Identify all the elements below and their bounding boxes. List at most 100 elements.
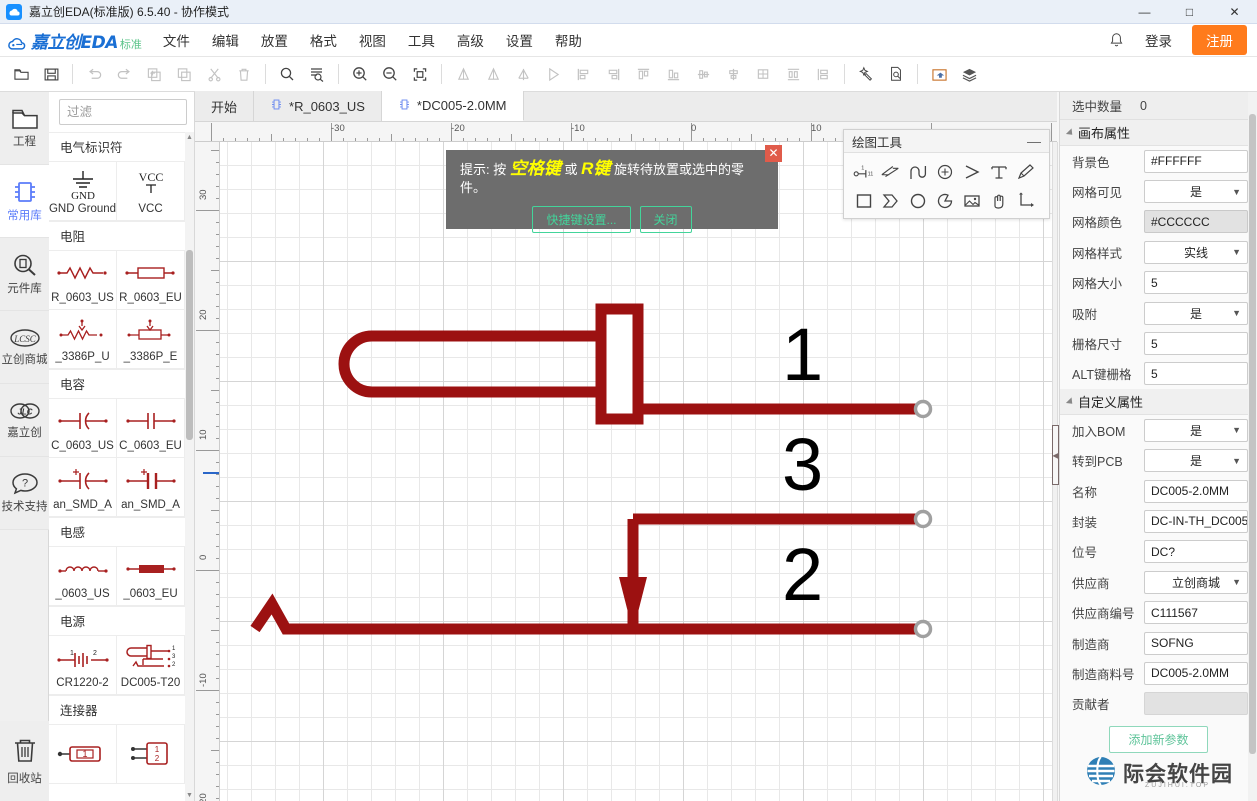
menu-advanced[interactable]: 高级: [446, 25, 495, 55]
menu-settings[interactable]: 设置: [495, 25, 544, 55]
hand-icon[interactable]: [985, 186, 1012, 215]
open-folder-icon[interactable]: [6, 60, 36, 88]
menu-edit[interactable]: 编辑: [201, 25, 250, 55]
image-icon[interactable]: [958, 186, 985, 215]
rotate-right-icon[interactable]: [478, 60, 508, 88]
tab-dc005-2-0mm[interactable]: *DC005-2.0MM: [382, 91, 524, 121]
supplier-select[interactable]: 立创商城▼: [1144, 571, 1248, 594]
manufacturer-pn-input[interactable]: DC005-2.0MM: [1144, 662, 1248, 685]
library-scrollbar[interactable]: ▲ ▼: [185, 132, 194, 801]
library-item-c-0603-us[interactable]: C_0603_US: [49, 399, 117, 457]
bell-icon[interactable]: [1101, 27, 1131, 53]
background-color-input[interactable]: #FFFFFF: [1144, 150, 1248, 173]
copy-icon[interactable]: [139, 60, 169, 88]
rail-item-common-library[interactable]: 常用库: [0, 165, 49, 238]
add-parameter-button[interactable]: 添加新参数: [1109, 726, 1207, 753]
find-replace-icon[interactable]: [302, 60, 332, 88]
grid-size-input[interactable]: 5: [1144, 271, 1248, 294]
alt-snap-input[interactable]: 5: [1144, 362, 1248, 385]
shortcut-settings-button[interactable]: 快捷键设置...: [532, 206, 630, 233]
library-item-vcc[interactable]: VCC VCC: [117, 162, 185, 220]
grid-style-select[interactable]: 实线▼: [1144, 241, 1248, 264]
add-to-bom-select[interactable]: 是▼: [1144, 419, 1248, 442]
menu-tools[interactable]: 工具: [397, 25, 446, 55]
library-item-r-0603-us[interactable]: R_0603_US: [49, 251, 117, 309]
close-icon[interactable]: ✕: [765, 145, 782, 162]
align-center-horizontal-icon[interactable]: [718, 60, 748, 88]
library-filter-input[interactable]: 过滤: [59, 99, 187, 125]
flip-vertical-icon[interactable]: [538, 60, 568, 88]
menu-place[interactable]: 放置: [250, 25, 299, 55]
layers-icon[interactable]: [954, 60, 984, 88]
rail-item-jlc[interactable]: JLC 嘉立创: [0, 384, 49, 457]
tab-r-0603-us[interactable]: *R_0603_US: [254, 91, 382, 121]
menu-help[interactable]: 帮助: [544, 25, 593, 55]
arc-icon[interactable]: [931, 186, 958, 215]
pencil-icon[interactable]: [1012, 157, 1039, 186]
close-button[interactable]: ✕: [1212, 0, 1257, 24]
custom-properties-section[interactable]: 自定义属性: [1060, 389, 1257, 415]
distribute-horizontal-icon[interactable]: [778, 60, 808, 88]
canvas-properties-section[interactable]: 画布属性: [1060, 120, 1257, 146]
circle-icon[interactable]: [904, 186, 931, 215]
login-button[interactable]: 登录: [1131, 26, 1186, 54]
properties-scroll-thumb[interactable]: [1249, 114, 1256, 754]
align-right-icon[interactable]: [598, 60, 628, 88]
rail-item-support[interactable]: ? 技术支持: [0, 457, 49, 530]
rail-item-project[interactable]: 工程: [0, 92, 49, 165]
library-item-dc005-t20[interactable]: 1 3 2 DC005-T20: [117, 636, 185, 694]
text-icon[interactable]: [985, 157, 1012, 186]
flip-horizontal-icon[interactable]: [508, 60, 538, 88]
scroll-down-arrow[interactable]: ▼: [185, 790, 194, 801]
contributor-input[interactable]: [1144, 692, 1248, 715]
library-item-an-smd-a-1[interactable]: an_SMD_A: [49, 458, 117, 516]
export-image-icon[interactable]: [924, 60, 954, 88]
supplier-number-input[interactable]: C111567: [1144, 601, 1248, 624]
hint-close-button[interactable]: 关闭: [640, 206, 692, 233]
align-bottom-icon[interactable]: [658, 60, 688, 88]
snap-size-input[interactable]: 5: [1144, 332, 1248, 355]
menu-view[interactable]: 视图: [348, 25, 397, 55]
snap-select[interactable]: 是▼: [1144, 302, 1248, 325]
library-item-gnd[interactable]: GND GND Ground: [49, 162, 117, 220]
align-center-vertical-icon[interactable]: [688, 60, 718, 88]
grid-visible-select[interactable]: 是▼: [1144, 180, 1248, 203]
library-item-3386p-u[interactable]: _3386P_U: [49, 310, 117, 368]
inspect-document-icon[interactable]: [881, 60, 911, 88]
grid-icon[interactable]: [748, 60, 778, 88]
maximize-button[interactable]: □: [1167, 0, 1212, 24]
library-item-header-1pin[interactable]: 1: [49, 725, 117, 783]
wire-icon[interactable]: [877, 157, 904, 186]
netflag-icon[interactable]: [958, 157, 985, 186]
library-item-cr1220[interactable]: 12 CR1220-2: [49, 636, 117, 694]
search-icon[interactable]: [272, 60, 302, 88]
library-item-r-0603-eu[interactable]: R_0603_EU: [117, 251, 185, 309]
library-item-l-0603-eu[interactable]: _0603_EU: [117, 547, 185, 605]
zoom-out-icon[interactable]: [375, 60, 405, 88]
netport-icon[interactable]: [931, 157, 958, 186]
rail-item-lcsc-mall[interactable]: LCSC 立创商城: [0, 311, 49, 384]
designator-input[interactable]: DC?: [1144, 540, 1248, 563]
grid-color-input[interactable]: #CCCCCC: [1144, 210, 1248, 233]
cut-icon[interactable]: [199, 60, 229, 88]
rail-item-recycle-bin[interactable]: 回收站: [0, 721, 49, 801]
library-scroll-thumb[interactable]: [186, 250, 193, 440]
library-item-l-0603-us[interactable]: _0603_US: [49, 547, 117, 605]
menu-file[interactable]: 文件: [152, 25, 201, 55]
properties-scrollbar[interactable]: [1248, 92, 1257, 801]
paste-icon[interactable]: [169, 60, 199, 88]
panel-collapse-handle[interactable]: ◀: [1052, 425, 1059, 485]
rotate-left-icon[interactable]: [448, 60, 478, 88]
save-icon[interactable]: [36, 60, 66, 88]
name-input[interactable]: DC005-2.0MM: [1144, 480, 1248, 503]
schematic-canvas[interactable]: 1 3 2: [220, 142, 1057, 801]
dc-jack-symbol[interactable]: [220, 142, 1057, 801]
rail-item-component-library[interactable]: 元件库: [0, 238, 49, 311]
scroll-up-arrow[interactable]: ▲: [185, 132, 194, 143]
undo-icon[interactable]: [79, 60, 109, 88]
minimize-button[interactable]: —: [1122, 0, 1167, 24]
rectangle-icon[interactable]: [850, 186, 877, 215]
delete-icon[interactable]: [229, 60, 259, 88]
library-item-3386p-e[interactable]: _3386P_E: [117, 310, 185, 368]
to-pcb-select[interactable]: 是▼: [1144, 449, 1248, 472]
